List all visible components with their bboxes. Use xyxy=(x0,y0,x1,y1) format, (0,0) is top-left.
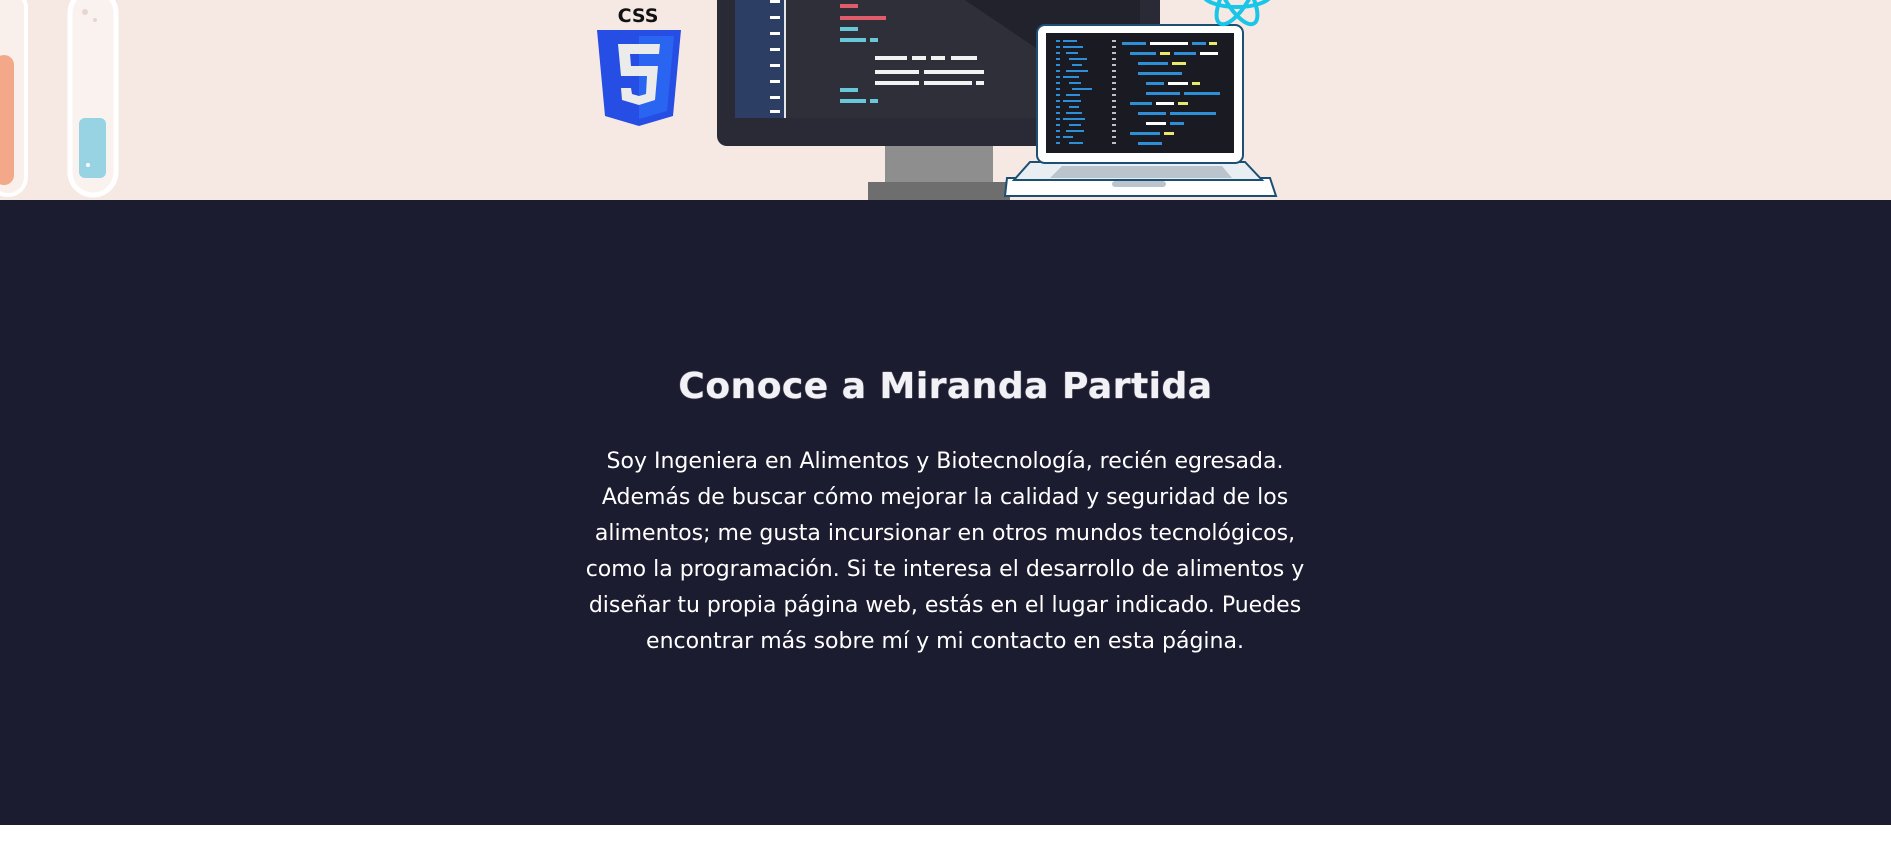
about-title: Conoce a Miranda Partida xyxy=(678,366,1213,407)
css-badge-label: CSS xyxy=(618,5,659,27)
about-description: Soy Ingeniera en Alimentos y Biotecnolog… xyxy=(585,449,1305,654)
hero-banner: CSS xyxy=(0,0,1891,200)
test-tubes-icon xyxy=(0,0,119,198)
hero-illustration: CSS xyxy=(0,0,1278,200)
laptop-code-icon xyxy=(1003,24,1278,197)
page-bottom-spacer xyxy=(0,825,1891,867)
css3-icon: CSS xyxy=(597,5,681,126)
about-section: Conoce a Miranda Partida Soy Ingeniera e… xyxy=(0,200,1891,825)
